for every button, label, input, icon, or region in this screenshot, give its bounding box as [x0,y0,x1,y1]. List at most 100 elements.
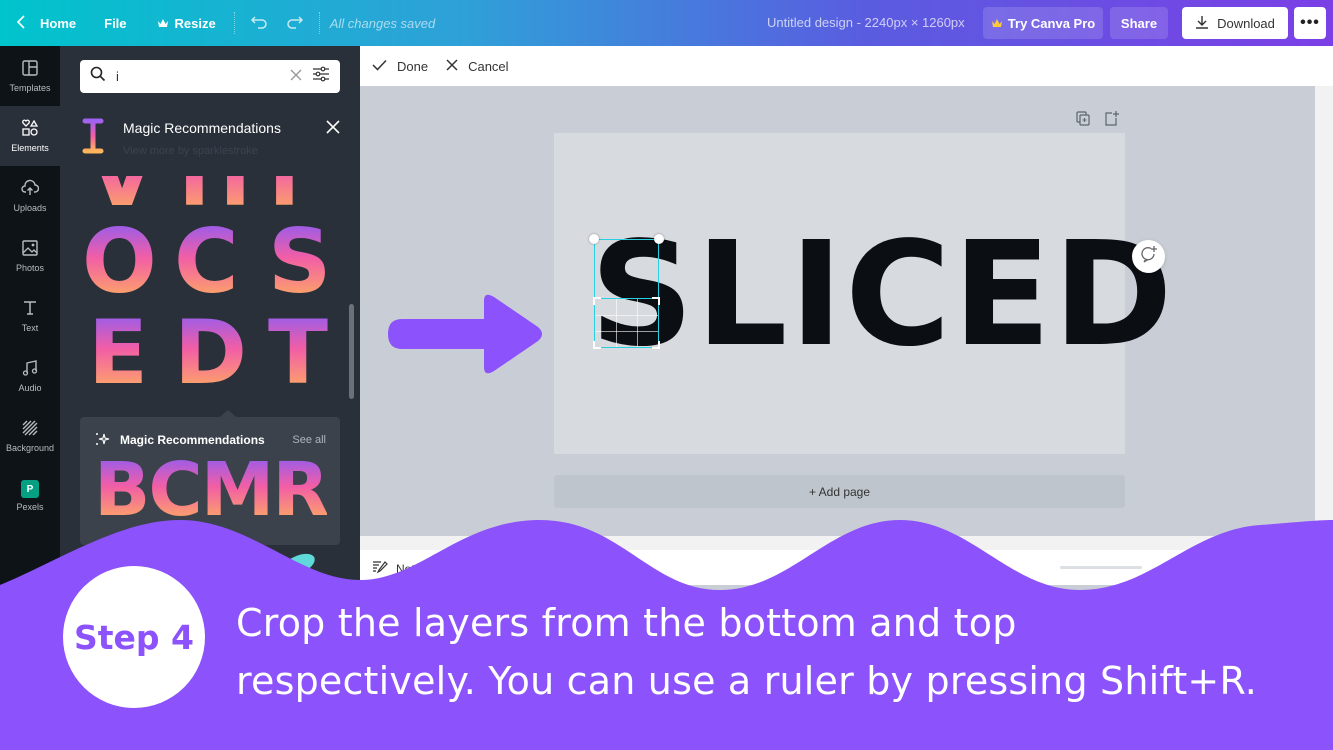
rail-label: Audio [18,383,42,393]
crop-handle[interactable] [593,297,601,305]
elements-icon [21,119,39,139]
duplicate-page-icon[interactable] [1075,110,1091,131]
zoom-slider[interactable] [1060,566,1142,569]
more-dots-icon: ••• [1300,14,1320,31]
rail-label: Templates [9,83,51,93]
try-pro-label: Try Canva Pro [1007,15,1096,31]
checkmark-icon [372,59,387,74]
crown-icon [157,16,169,31]
crop-grid-line [595,314,658,316]
crop-handle[interactable] [652,341,660,349]
rail-label: Photos [15,263,45,273]
magic-recommendations-card: Magic Recommendations See all BCMR [80,410,340,545]
rail-item-uploads[interactable]: Uploads [0,166,60,226]
undo-icon [250,15,268,32]
instruction-line: Crop the layers from the bottom and top [236,601,1017,645]
crop-handle[interactable] [593,341,601,349]
view-more-link[interactable]: View more by sparklestroke [123,145,258,157]
text-icon [21,299,39,319]
resize-handle[interactable] [589,234,599,244]
download-icon [1195,15,1209,32]
rail-item-pexels[interactable]: P Pexels [0,466,60,526]
zoom-level[interactable]: 31% [1177,560,1201,574]
vertical-scrollbar[interactable] [1315,86,1333,550]
panel-scrollbar[interactable] [349,304,354,399]
resize-label: Resize [174,15,216,31]
rail-item-audio[interactable]: Audio [0,346,60,406]
undo-button[interactable] [241,0,277,46]
search-value[interactable]: i [116,69,280,84]
crop-grid-line [615,299,617,347]
divider [233,12,235,34]
done-button[interactable]: Done [360,46,440,86]
home-button[interactable]: Home [0,0,88,46]
share-button[interactable]: Share [1110,7,1168,39]
card-title: Magic Recommendations [120,433,265,447]
divider [318,12,320,34]
resize-handle[interactable] [654,234,664,244]
redo-button[interactable] [277,0,313,46]
letter-results-grid: V П Г O C S E D T [78,176,338,416]
crop-frame[interactable] [593,297,660,349]
close-icon[interactable] [326,118,340,139]
crop-handle[interactable] [652,297,660,305]
recommended-letters[interactable]: BCMR [94,453,329,527]
pexels-icon: P [21,480,39,498]
share-label: Share [1120,15,1158,31]
horizontal-scrollbar[interactable] [360,536,1315,550]
rail-item-elements[interactable]: Elements [0,106,60,166]
editor-footer: Notes 31% [360,550,1333,585]
card-pointer [220,410,236,417]
close-icon [446,58,458,74]
letter-result[interactable]: E [88,309,148,397]
letter-result[interactable]: S [268,218,331,306]
crop-toolbar: Done Cancel [360,46,1333,86]
right-arrow-annotation [386,291,546,382]
home-label: Home [40,15,77,31]
crop-grid-line [595,330,658,332]
background-hatch-icon [21,419,39,439]
letter-result[interactable]: D [174,309,247,397]
add-page-icon[interactable] [1103,110,1119,131]
more-options-button[interactable]: ••• [1294,7,1326,39]
photo-icon [21,239,39,259]
resize-button[interactable]: Resize [145,0,228,46]
notes-label: Notes [396,561,428,576]
music-note-icon [21,359,39,379]
rail-label: Text [21,323,39,333]
rail-label: Background [5,443,55,453]
redo-icon [286,15,304,32]
letter-result[interactable]: C [174,218,239,306]
save-status: All changes saved [329,15,436,31]
filter-sliders-icon[interactable] [312,66,330,87]
design-title[interactable]: Untitled design - 2240px × 1260px [767,15,965,30]
canvas-text-element[interactable]: SLICED [590,222,1175,366]
step-badge: Step 4 [63,566,205,708]
rail-item-templates[interactable]: Templates [0,46,60,106]
screen: Home File Resize All changes saved Untit… [0,0,1333,750]
try-canva-pro-button[interactable]: Try Canva Pro [983,7,1103,39]
download-label: Download [1217,15,1275,31]
rail-item-background[interactable]: Background [0,406,60,466]
search-input[interactable]: i [80,60,340,93]
templates-icon [21,59,39,79]
see-all-link[interactable]: See all [292,434,326,446]
rail-item-text[interactable]: Text [0,286,60,346]
letter-result[interactable]: O [82,218,157,306]
notes-button[interactable]: Notes [372,560,427,577]
cancel-button[interactable]: Cancel [440,46,520,86]
clear-search-icon[interactable] [290,68,302,86]
letter-i-thumbnail-icon [82,118,104,159]
rail-item-photos[interactable]: Photos [0,226,60,286]
top-bar: Home File Resize All changes saved Untit… [0,0,1333,46]
add-comment-button[interactable] [1132,240,1165,273]
magic-recommendations-header: Magic Recommendations View more by spark… [82,116,340,159]
crop-grid-line [636,299,638,347]
letter-result[interactable]: T [268,309,328,397]
upload-cloud-icon [21,179,40,199]
file-menu-button[interactable]: File [92,0,138,46]
step-instruction: Crop the layers from the bottom and top … [236,594,1257,710]
done-label: Done [397,58,429,74]
download-button[interactable]: Download [1182,7,1288,39]
add-page-button[interactable]: + Add page [554,475,1125,508]
